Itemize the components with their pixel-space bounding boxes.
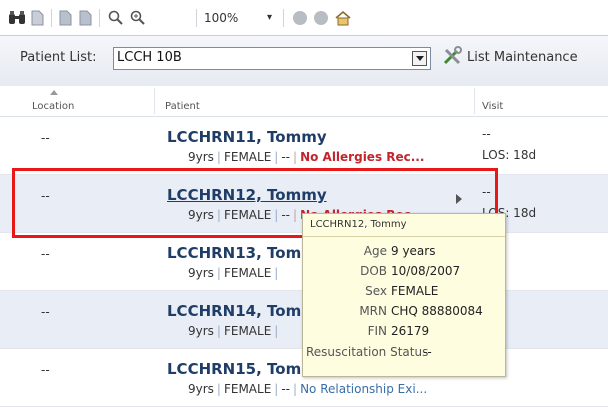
visit-cell: -- [482, 127, 491, 141]
zoom-dropdown-icon[interactable]: ▾ [267, 12, 272, 23]
tooltip-value: 10/08/2007 [391, 264, 461, 278]
home-icon[interactable] [334, 10, 352, 26]
tooltip-title: LCCHRN12, Tommy [310, 219, 407, 230]
tooltip-value: -- [423, 345, 432, 359]
table-row[interactable]: -- LCCHRN11, Tommy 9yrs | FEMALE | -- | No All… [0, 117, 608, 175]
patient-age: 9yrs [188, 150, 214, 164]
tooltip-field-mrn: MRN CHQ 88880084 [303, 304, 505, 324]
print-preview-icon[interactable] [78, 10, 92, 26]
patient-list-bar: Patient List: LCCH 10B List Maintenance [0, 35, 608, 87]
column-divider[interactable] [474, 88, 475, 114]
tooltip-key: FIN [367, 324, 387, 338]
allergy-alert[interactable]: No Allergies Rec... [300, 150, 424, 164]
patient-info: 9yrs|FEMALE|--|No Allergies Rec... [188, 150, 425, 164]
tooltip-field-resuscitation: Resuscitation Status -- [303, 345, 505, 365]
column-divider[interactable] [154, 88, 155, 114]
patient-list-value: LCCH 10B [117, 50, 182, 65]
column-header-visit[interactable]: Visit [482, 101, 503, 112]
forward-icon[interactable] [313, 10, 329, 26]
tooltip-key: Resuscitation Status [306, 345, 429, 359]
relationship-alert[interactable]: No Relationship Exi... [300, 382, 427, 396]
column-header-location[interactable]: Location [32, 101, 74, 112]
patient-info: 9yrs | FEMALE | [188, 266, 279, 280]
tooltip-divider [303, 236, 505, 237]
patient-dash: -- [281, 382, 291, 396]
location-cell: -- [41, 363, 50, 377]
patient-info: 9yrs | FEMALE | [188, 324, 279, 338]
tooltip-field-sex: Sex FEMALE [303, 284, 505, 304]
patient-name-link[interactable]: LCCHRN11, Tommy [167, 128, 327, 146]
column-header-row: Location Patient Visit [0, 86, 608, 117]
length-of-stay: LOS: 18d [482, 148, 537, 162]
patient-sex: FEMALE [223, 324, 272, 338]
patient-info: 9yrs | FEMALE | -- | No Relationship Exi... [188, 382, 428, 396]
tooltip-value: 26179 [391, 324, 430, 338]
tooltip-field-fin: FIN 26179 [303, 324, 505, 344]
patient-dash: -- [281, 150, 291, 164]
tooltip-field-age: Age 9 years [303, 244, 505, 264]
patient-age: 9yrs [188, 324, 214, 338]
tooltip-value: FEMALE [391, 284, 439, 298]
toolbar-divider [51, 9, 52, 27]
zoom-level[interactable]: 100% [204, 11, 238, 25]
patient-sex: FEMALE [223, 150, 272, 164]
tooltip-key: MRN [359, 304, 387, 318]
patient-list-label: Patient List: [20, 50, 97, 65]
tooltip-key: Age [363, 244, 387, 258]
patient-sex: FEMALE [223, 382, 272, 396]
zoom-out-icon[interactable] [108, 10, 124, 26]
tooltip-key: DOB [360, 264, 387, 278]
patient-list-select[interactable]: LCCH 10B [113, 47, 431, 70]
toolbar: 100% ▾ [0, 0, 608, 34]
document-icon[interactable] [30, 10, 44, 26]
tooltip-value: 9 years [391, 244, 436, 258]
chevron-down-icon[interactable] [412, 51, 427, 66]
list-maintenance-button[interactable]: List Maintenance [467, 50, 578, 65]
print-icon[interactable] [58, 10, 72, 26]
sort-ascending-icon [50, 90, 58, 95]
patient-age: 9yrs [188, 382, 214, 396]
tooltip-key: Sex [365, 284, 387, 298]
patient-age: 9yrs [188, 266, 214, 280]
patient-sex: FEMALE [223, 266, 272, 280]
toolbar-divider [99, 9, 100, 27]
toolbar-divider [283, 9, 284, 27]
tools-icon[interactable] [442, 46, 462, 66]
location-cell: -- [41, 247, 50, 261]
tooltip-field-dob: DOB 10/08/2007 [303, 264, 505, 284]
back-icon[interactable] [292, 10, 308, 26]
patient-tooltip: LCCHRN12, Tommy Age 9 years DOB 10/08/20… [302, 213, 506, 377]
location-cell: -- [41, 305, 50, 319]
toolbar-divider [196, 9, 197, 27]
column-header-patient[interactable]: Patient [165, 101, 200, 112]
location-cell: -- [41, 131, 50, 145]
zoom-in-icon[interactable] [130, 10, 146, 26]
binoculars-icon[interactable] [8, 10, 26, 26]
tooltip-value: CHQ 88880084 [391, 304, 483, 318]
